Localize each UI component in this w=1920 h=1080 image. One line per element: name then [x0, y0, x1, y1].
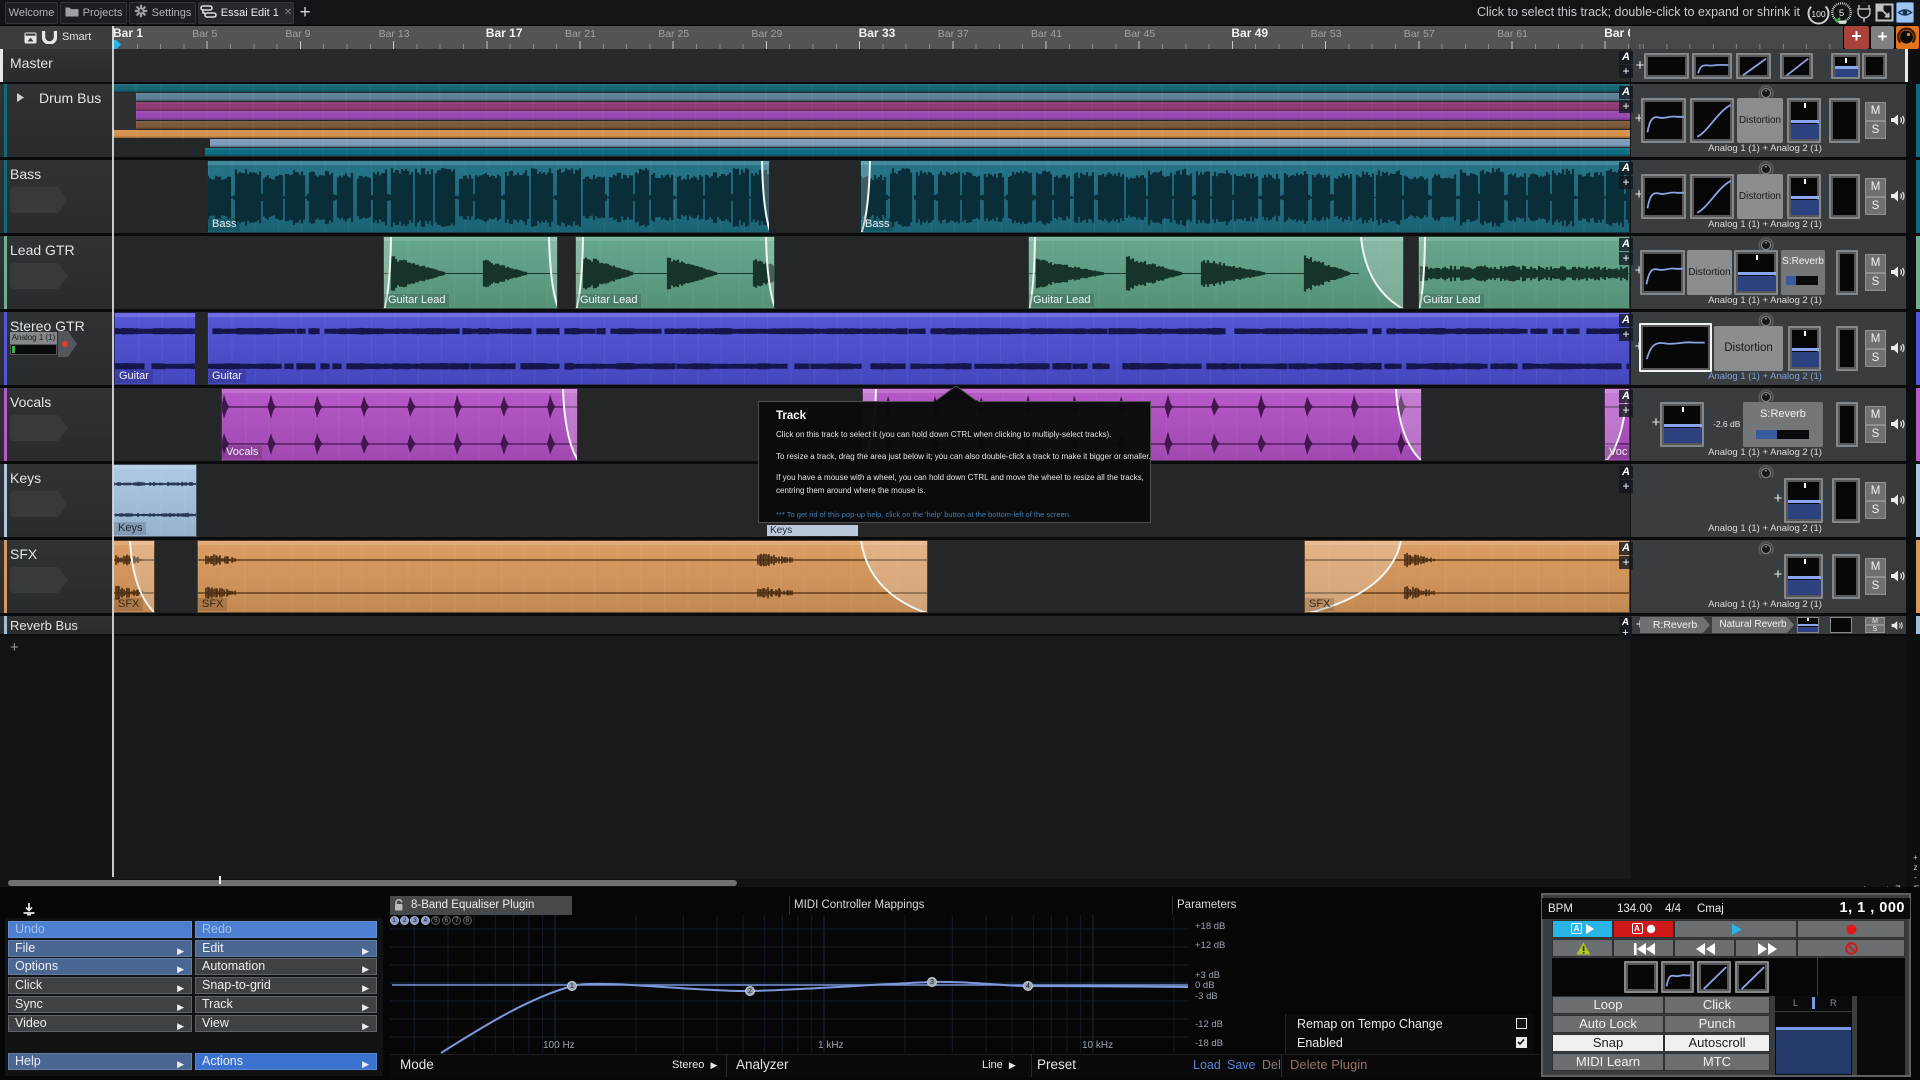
- svg-text:5: 5: [1839, 8, 1844, 19]
- svg-text:100: 100: [1811, 9, 1825, 19]
